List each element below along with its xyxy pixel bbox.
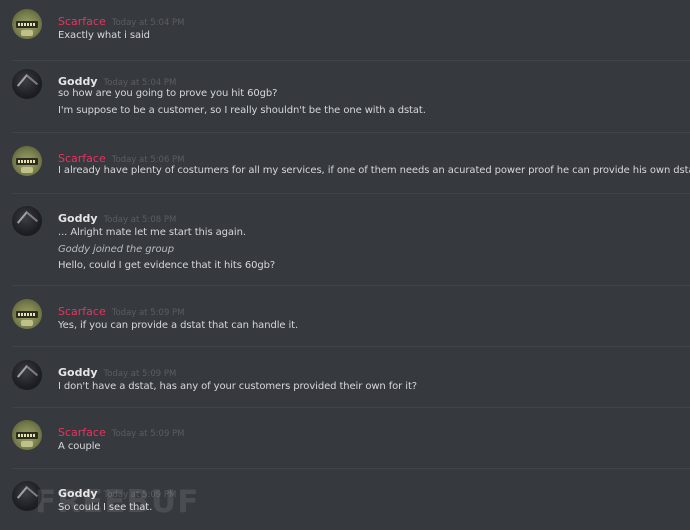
system-message: Goddy joined the group (58, 243, 175, 255)
username[interactable]: Goddy (58, 212, 98, 225)
message-text: I don't have a dstat, has any of your cu… (58, 381, 417, 392)
message-header: Scarface Today at 5:09 PM (58, 300, 185, 319)
message-header: Scarface Today at 5:04 PM (58, 10, 185, 29)
username[interactable]: Scarface (58, 305, 106, 318)
message-divider (12, 346, 690, 347)
scarface-avatar[interactable] (12, 9, 42, 39)
message-header: Scarface Today at 5:09 PM (58, 421, 185, 440)
watermark: FREEBUF (35, 484, 200, 520)
message-text: I already have plenty of costumers for a… (58, 165, 690, 176)
username[interactable]: Scarface (58, 426, 106, 439)
timestamp: Today at 5:06 PM (111, 155, 185, 165)
message-text: Exactly what i said (58, 30, 150, 41)
message-divider (12, 407, 690, 408)
message-header: Goddy Today at 5:08 PM (58, 207, 176, 226)
timestamp: Today at 5:09 PM (111, 429, 185, 439)
scarface-avatar[interactable] (12, 420, 42, 450)
username[interactable]: Goddy (58, 75, 98, 88)
scarface-avatar[interactable] (12, 299, 42, 329)
message-header: Goddy Today at 5:04 PM (58, 70, 176, 89)
message-divider (12, 285, 690, 286)
message-header: Scarface Today at 5:06 PM (58, 147, 185, 166)
timestamp: Today at 5:04 PM (103, 78, 177, 88)
message-text: ... Alright mate let me start this again… (58, 227, 246, 238)
timestamp: Today at 5:09 PM (111, 308, 185, 318)
goddy-avatar[interactable] (12, 206, 42, 236)
username[interactable]: Scarface (58, 152, 106, 165)
message-divider (12, 468, 690, 469)
username[interactable]: Goddy (58, 366, 98, 379)
message-divider (12, 60, 690, 61)
message-divider (12, 132, 690, 133)
username[interactable]: Scarface (58, 15, 106, 28)
timestamp: Today at 5:08 PM (103, 215, 177, 225)
message-text: so how are you going to prove you hit 60… (58, 88, 278, 99)
message-divider (12, 193, 690, 194)
timestamp: Today at 5:04 PM (111, 18, 185, 28)
message-text: Hello, could I get evidence that it hits… (58, 260, 276, 271)
message-text: A couple (58, 441, 101, 452)
message-text: Yes, if you can provide a dstat that can… (58, 320, 299, 331)
chat-messages: Scarface Today at 5:04 PM Exactly what i s… (0, 0, 690, 530)
goddy-avatar[interactable] (12, 360, 42, 390)
message-text: I'm suppose to be a customer, so I reall… (58, 104, 426, 116)
goddy-avatar[interactable] (12, 69, 42, 99)
scarface-avatar[interactable] (12, 146, 42, 176)
timestamp: Today at 5:09 PM (103, 369, 177, 379)
message-header: Goddy Today at 5:09 PM (58, 361, 176, 380)
